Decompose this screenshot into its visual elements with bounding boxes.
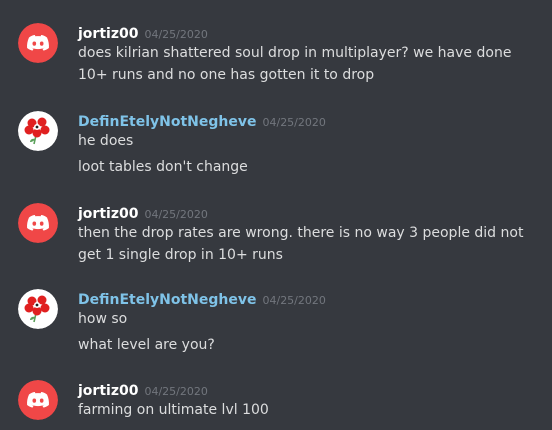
message-text: get 1 single drop in 10+ runs bbox=[78, 247, 283, 263]
discord-logo-icon[interactable] bbox=[18, 380, 58, 420]
timestamp: 04/25/2020 bbox=[262, 294, 326, 307]
discord-logo-icon[interactable] bbox=[18, 23, 58, 63]
message-header: jortiz00 04/25/2020 bbox=[78, 380, 208, 400]
username[interactable]: jortiz00 bbox=[78, 383, 138, 399]
message-text: what level are you? bbox=[78, 337, 215, 353]
message-text: how so bbox=[78, 311, 128, 327]
username[interactable]: jortiz00 bbox=[78, 26, 138, 42]
message-header: DefinEtelyNotNegheve 04/25/2020 bbox=[78, 111, 326, 131]
timestamp: 04/25/2020 bbox=[144, 208, 208, 221]
message-text: does kilrian shattered soul drop in mult… bbox=[78, 45, 512, 61]
timestamp: 04/25/2020 bbox=[144, 28, 208, 41]
message-text: loot tables don't change bbox=[78, 159, 248, 175]
message-header: jortiz00 04/25/2020 bbox=[78, 23, 208, 43]
message-text: 10+ runs and no one has gotten it to dro… bbox=[78, 67, 375, 83]
message-text: he does bbox=[78, 133, 134, 149]
flower-avatar-icon[interactable] bbox=[18, 289, 58, 329]
message-text: then the drop rates are wrong. there is … bbox=[78, 225, 524, 241]
username[interactable]: DefinEtelyNotNegheve bbox=[78, 292, 256, 308]
flower-avatar-icon[interactable] bbox=[18, 111, 58, 151]
message-header: DefinEtelyNotNegheve 04/25/2020 bbox=[78, 289, 326, 309]
discord-logo-icon[interactable] bbox=[18, 203, 58, 243]
timestamp: 04/25/2020 bbox=[144, 385, 208, 398]
username[interactable]: DefinEtelyNotNegheve bbox=[78, 114, 256, 130]
username[interactable]: jortiz00 bbox=[78, 206, 138, 222]
timestamp: 04/25/2020 bbox=[262, 116, 326, 129]
chat-message-list: jortiz00 04/25/2020 does kilrian shattere… bbox=[0, 0, 552, 430]
message-header: jortiz00 04/25/2020 bbox=[78, 203, 208, 223]
message-text: farming on ultimate lvl 100 bbox=[78, 402, 269, 418]
